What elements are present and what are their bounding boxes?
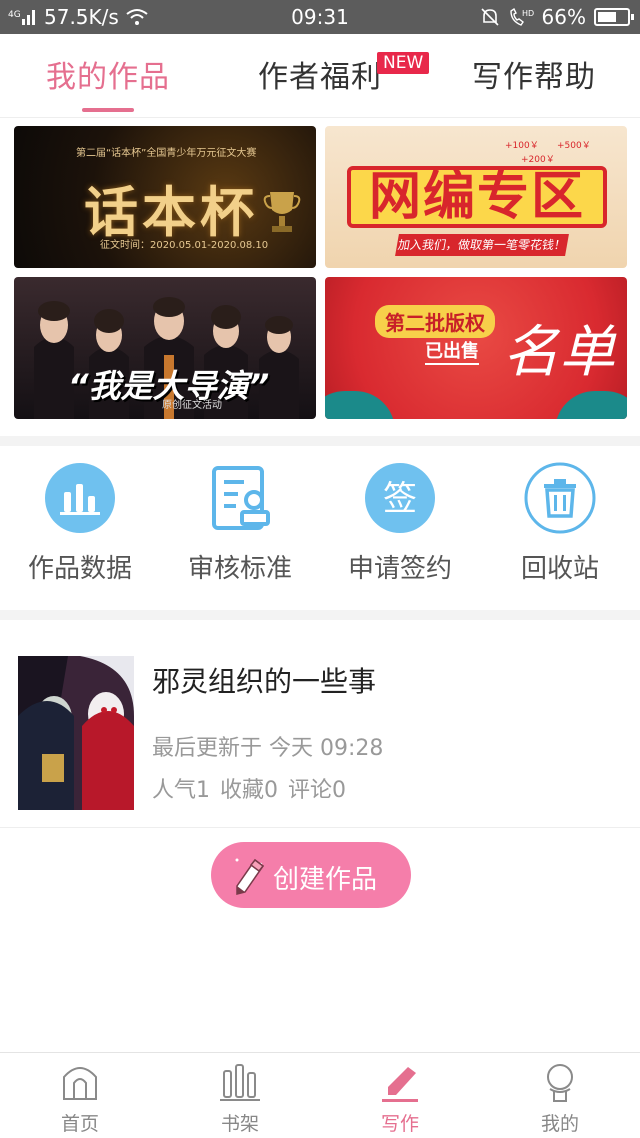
nav-write[interactable]: 写作	[320, 1053, 480, 1138]
nav-label: 我的	[540, 1113, 579, 1135]
shortcut-apply-contract[interactable]: 签 申请签约	[320, 462, 480, 592]
work-cover-image	[18, 656, 134, 810]
work-last-updated: 最后更新于 今天 09:28	[152, 736, 384, 761]
coin-label: +200￥	[521, 155, 555, 165]
banner-title: 名单	[503, 320, 615, 385]
user-icon	[547, 1064, 573, 1102]
nav-bookshelf[interactable]: 书架	[160, 1053, 320, 1138]
work-popularity: 人气1	[152, 778, 210, 803]
banner-huaben-cup[interactable]: 第二届“话本杯”全国青少年万元征文大赛 话本杯 征文时间：2020.05.01-…	[14, 126, 316, 268]
work-card[interactable]: 邪灵组织的一些事 最后更新于 今天 09:28 人气1 收藏0 评论0	[0, 640, 640, 828]
bookshelf-icon	[220, 1064, 260, 1101]
shortcut-label: 申请签约	[347, 554, 452, 584]
shortcut-label: 作品数据	[27, 554, 132, 584]
nav-home[interactable]: 首页	[0, 1053, 160, 1138]
tab-writing-help[interactable]: 写作帮助	[472, 52, 596, 96]
create-work-label: 创建作品	[273, 865, 378, 895]
battery-icon	[594, 8, 634, 26]
work-stats: 人气1 收藏0 评论0	[152, 772, 346, 804]
pencil-icon	[235, 858, 265, 895]
sign-icon: 签	[365, 463, 435, 533]
shortcut-label: 审核标准	[187, 554, 292, 584]
home-icon	[63, 1067, 97, 1100]
work-comments: 评论0	[288, 778, 346, 803]
shortcut-recycle-bin[interactable]: 回收站	[480, 462, 640, 592]
trash-icon	[524, 462, 596, 534]
active-tab-indicator	[82, 108, 134, 112]
top-tabs: 我的作品 作者福利 NEW 写作帮助	[0, 34, 640, 118]
mute-bell-icon	[480, 8, 499, 26]
shortcut-review-standards[interactable]: 审核标准	[160, 462, 320, 592]
svg-text:HD: HD	[522, 9, 534, 18]
shortcut-label: 回收站	[520, 554, 599, 584]
tab-my-works[interactable]: 我的作品	[46, 52, 170, 96]
banner-editor-zone[interactable]: +100￥ +200￥ +500￥ 网编专区 加入我们，做取第一笔零花钱！	[325, 126, 627, 268]
coin-label: +500￥	[557, 141, 591, 151]
cloud-decoration	[325, 391, 395, 419]
shortcut-work-data[interactable]: 作品数据	[0, 462, 160, 592]
nav-label: 首页	[60, 1113, 99, 1135]
create-work-button[interactable]: 创建作品	[211, 842, 411, 908]
nav-label: 书架	[220, 1113, 259, 1135]
banner-subtitle: 已出售	[425, 337, 479, 365]
banner-big-director[interactable]: “我是大导演” 原创征文活动	[14, 277, 316, 419]
nav-label: 写作	[380, 1113, 419, 1135]
work-favorites: 收藏0	[220, 778, 278, 803]
trophy-icon	[263, 192, 301, 232]
bottom-nav: 首页 书架 写作 我的	[0, 1052, 640, 1138]
banner-title: 网编专区	[347, 166, 607, 228]
status-right: HD 66%	[480, 5, 634, 29]
tab-author-benefits[interactable]: 作者福利	[258, 52, 382, 96]
nav-profile[interactable]: 我的	[480, 1053, 640, 1138]
banner-tag: 第二批版权	[375, 305, 495, 338]
svg-text:签: 签	[383, 479, 417, 519]
banner-date: 征文时间：2020.05.01-2020.08.10	[100, 240, 269, 251]
banner-subtitle: 第二届“话本杯”全国青少年万元征文大赛	[76, 148, 257, 159]
battery-percent: 66%	[541, 5, 586, 29]
banner-strip: 加入我们，做取第一笔零花钱！	[395, 234, 569, 256]
document-stamp-icon	[212, 466, 270, 530]
bar-chart-icon	[45, 463, 115, 533]
section-divider	[0, 436, 640, 446]
work-title: 邪灵组织的一些事	[152, 665, 377, 698]
banner-subtitle: 原创征文活动	[162, 400, 222, 411]
cloud-decoration	[555, 391, 627, 419]
new-badge: NEW	[377, 52, 430, 74]
hd-call-icon: HD	[509, 7, 534, 26]
banner-copyright-sold[interactable]: 第二批版权 已出售 名单	[325, 277, 627, 419]
coin-label: +100￥	[505, 141, 539, 151]
section-divider	[0, 610, 640, 620]
status-bar: 4G 57.5K/s 09:31 HD 66%	[0, 0, 640, 34]
pencil-icon	[382, 1067, 418, 1102]
